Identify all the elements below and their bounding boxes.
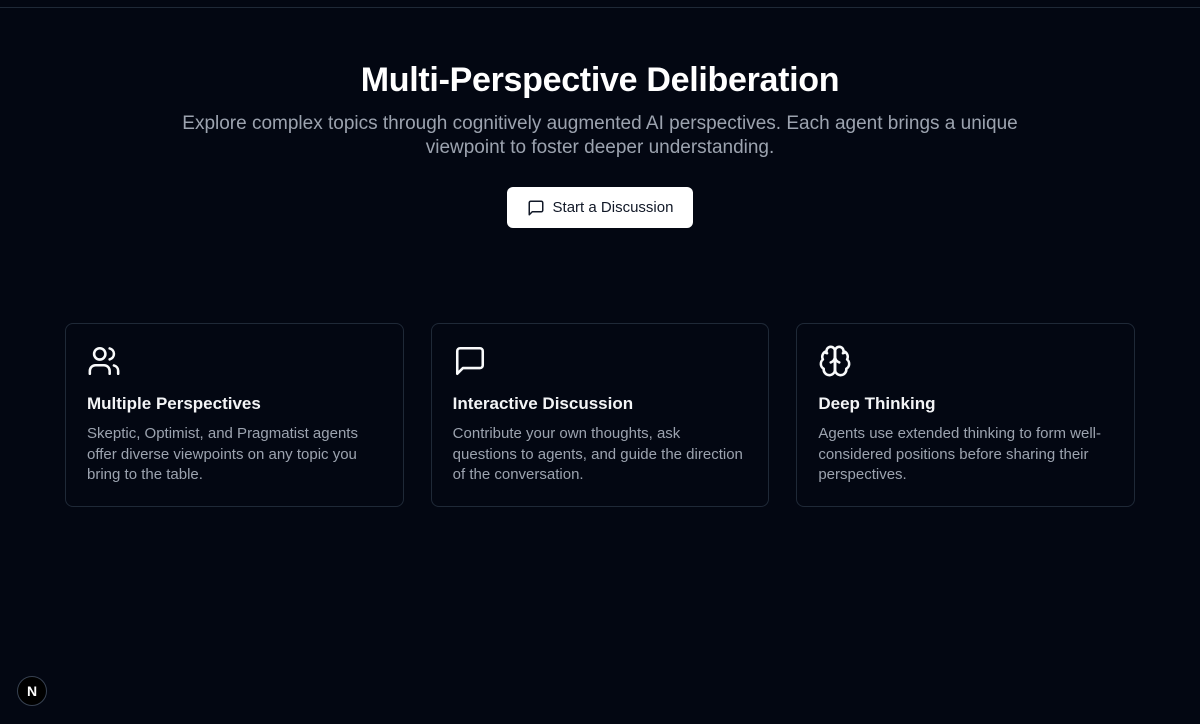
dev-tools-badge[interactable]: N <box>17 676 47 706</box>
feature-card-interactive-discussion: Interactive Discussion Contribute your o… <box>430 323 770 507</box>
hero-section: Multi-Perspective Deliberation Explore c… <box>0 60 1200 228</box>
page-title: Multi-Perspective Deliberation <box>360 61 840 99</box>
feature-title: Deep Thinking <box>818 394 936 413</box>
feature-cards: Multiple Perspectives Skeptic, Optimist,… <box>65 323 1136 507</box>
feature-description: Skeptic, Optimist, and Pragmatist agents… <box>87 425 358 483</box>
users-icon <box>87 344 383 380</box>
feature-card-deep-thinking: Deep Thinking Agents use extended thinki… <box>796 323 1136 507</box>
start-discussion-button[interactable]: Start a Discussion <box>506 187 694 228</box>
feature-description: Contribute your own thoughts, ask questi… <box>452 425 743 483</box>
page-subtitle: Explore complex topics through cognitive… <box>182 113 1018 158</box>
message-square-icon <box>453 344 749 380</box>
feature-title: Interactive Discussion <box>452 394 634 413</box>
feature-description: Agents use extended thinking to form wel… <box>818 425 1101 483</box>
brain-icon <box>818 344 1114 380</box>
start-discussion-label: Start a Discussion <box>552 199 674 216</box>
feature-card-multiple-perspectives: Multiple Perspectives Skeptic, Optimist,… <box>65 323 404 507</box>
feature-title: Multiple Perspectives <box>87 394 261 413</box>
message-square-icon <box>527 199 545 217</box>
top-border <box>0 0 1200 8</box>
